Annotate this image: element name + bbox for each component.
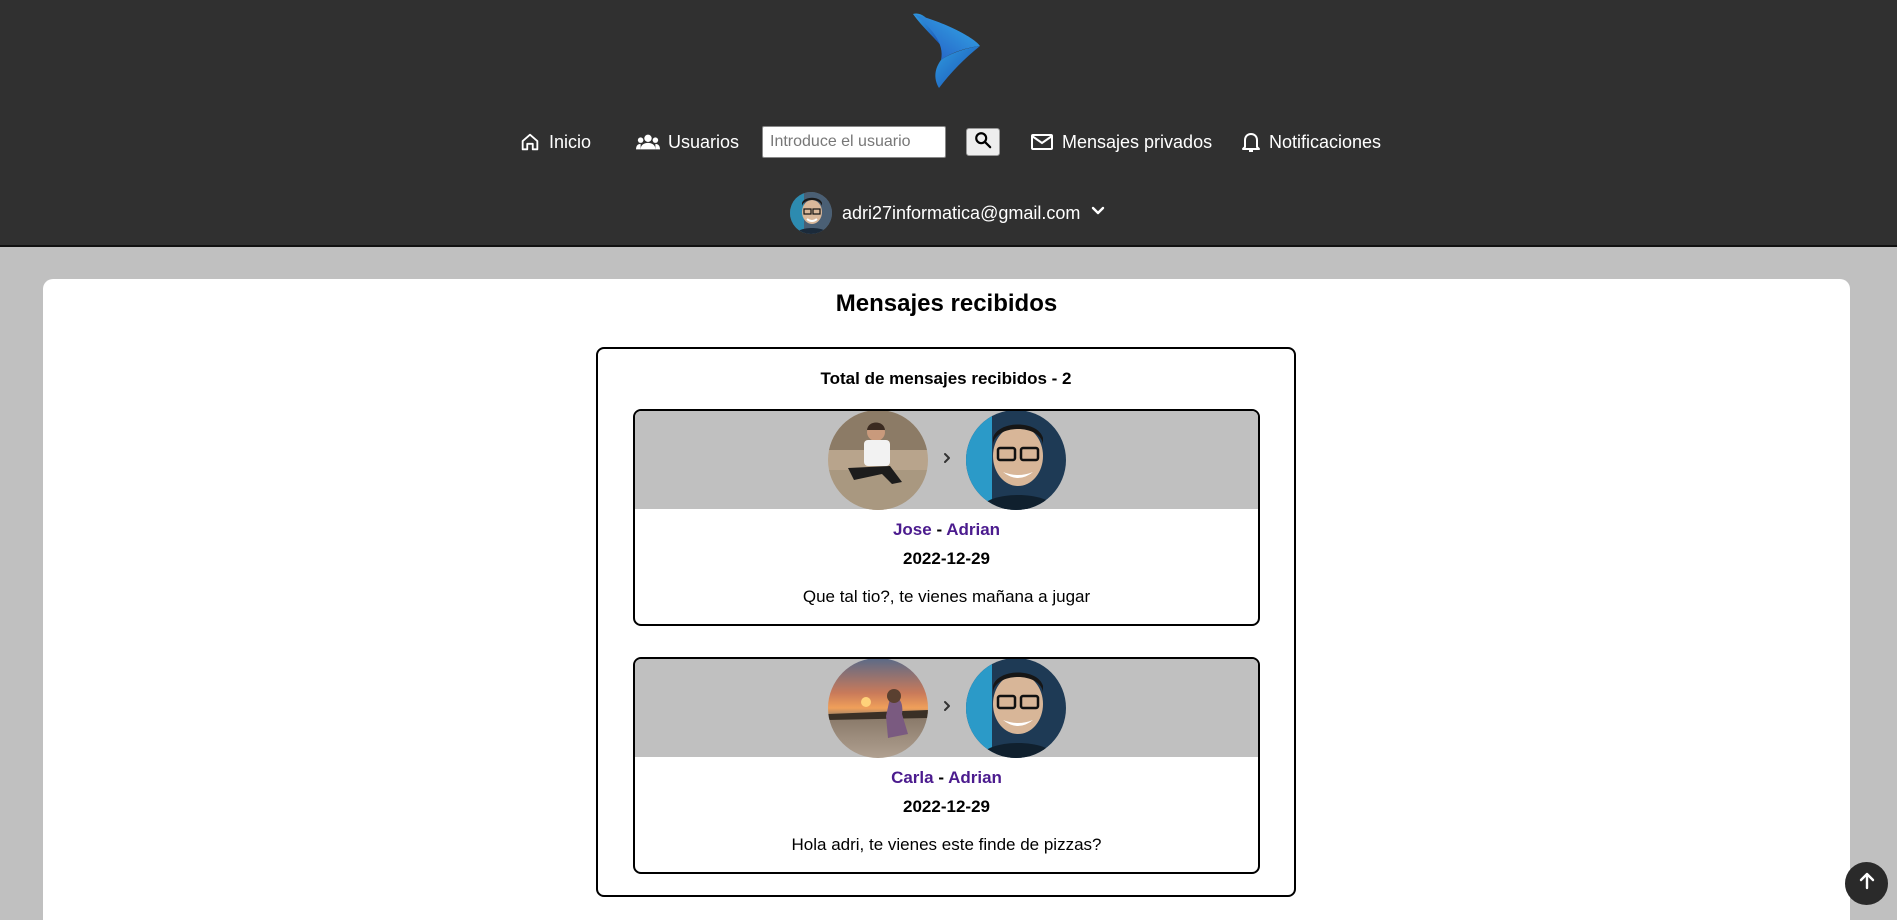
user-email: adri27informatica@gmail.com — [842, 202, 1081, 223]
arrow-up-icon — [1857, 871, 1877, 896]
user-search-input[interactable] — [762, 126, 946, 158]
chevron-right-icon — [940, 451, 954, 470]
scroll-to-top-button[interactable] — [1845, 862, 1888, 905]
message-header — [635, 411, 1258, 510]
sender-avatar[interactable] — [827, 659, 928, 758]
page-title: Mensajes recibidos — [835, 290, 1058, 317]
home-icon — [519, 131, 541, 153]
message-date: 2022-12-29 — [903, 797, 990, 816]
nav-users[interactable]: Usuarios — [636, 122, 739, 162]
top-header: Inicio Usuarios Mensajes privados Notifi — [0, 0, 1897, 247]
message-card: Carla - Adrian 2022-12-29 Hola adri, te … — [633, 657, 1260, 874]
message-participants: Carla - Adrian — [635, 768, 1258, 788]
sender-name-link[interactable]: Carla — [891, 768, 934, 787]
nav-home-label: Inicio — [549, 131, 592, 152]
message-text: Que tal tio?, te vienes mañana a jugar — [802, 587, 1091, 606]
nav-notifications[interactable]: Notificaciones — [1241, 122, 1381, 162]
name-separator: - — [938, 768, 944, 787]
avatar — [790, 192, 832, 234]
message-participants: Jose - Adrian — [635, 520, 1258, 540]
nav-users-label: Usuarios — [668, 131, 740, 152]
search-icon — [974, 131, 992, 154]
message-header — [635, 659, 1258, 758]
message-date: 2022-12-29 — [903, 549, 990, 568]
users-icon — [636, 131, 660, 153]
recipient-name-link[interactable]: Adrian — [946, 520, 1000, 539]
nav-notifications-label: Notificaciones — [1269, 131, 1382, 152]
recipient-avatar[interactable] — [965, 411, 1066, 510]
app-logo[interactable] — [905, 8, 985, 92]
chevron-right-icon — [940, 699, 954, 718]
name-separator: - — [936, 520, 943, 539]
message-card: Jose - Adrian 2022-12-29 Que tal tio?, t… — [633, 409, 1260, 626]
user-menu[interactable]: adri27informatica@gmail.com — [790, 192, 1106, 234]
bell-icon — [1241, 131, 1261, 153]
sender-avatar[interactable] — [827, 411, 928, 510]
message-text: Hola adri, te vienes este finde de pizza… — [791, 835, 1102, 854]
search-button[interactable] — [966, 128, 1000, 156]
nav-home[interactable]: Inicio — [519, 122, 591, 162]
chevron-down-icon — [1090, 203, 1106, 224]
inbox-total: Total de mensajes recibidos - 2 — [820, 369, 1072, 388]
mail-icon — [1030, 132, 1054, 152]
recipient-avatar[interactable] — [965, 659, 1066, 758]
main-content: Mensajes recibidos Total de mensajes rec… — [43, 279, 1850, 920]
nav-private-messages-label: Mensajes privados — [1062, 131, 1213, 152]
main-nav: Inicio Usuarios Mensajes privados Notifi — [0, 122, 1897, 162]
nav-private-messages[interactable]: Mensajes privados — [1030, 122, 1212, 162]
sender-name-link[interactable]: Jose — [893, 520, 932, 539]
recipient-name-link[interactable]: Adrian — [948, 768, 1002, 787]
inbox-panel: Total de mensajes recibidos - 2 Jose - A… — [596, 347, 1296, 897]
